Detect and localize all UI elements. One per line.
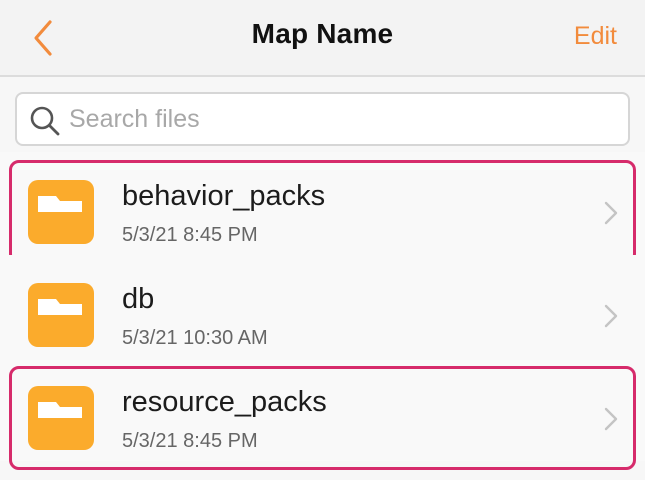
folder-icon (28, 283, 94, 347)
chevron-right-icon (604, 304, 618, 328)
file-name: behavior_packs (122, 180, 326, 212)
edit-button[interactable]: Edit (574, 22, 617, 51)
file-date: 5/3/21 8:45 PM (122, 224, 258, 246)
file-row-resource-packs[interactable]: resource_packs 5/3/21 8:45 PM (0, 358, 645, 470)
file-date: 5/3/21 8:45 PM (122, 430, 258, 452)
search-icon (30, 106, 60, 136)
file-browser-screen: Map Name Edit behavior_packs 5/3/21 8:45… (0, 0, 645, 480)
file-row-db[interactable]: db 5/3/21 10:30 AM (0, 255, 645, 358)
folder-icon (28, 180, 94, 244)
file-row-behavior-packs[interactable]: behavior_packs 5/3/21 8:45 PM (0, 152, 645, 264)
file-name: db (122, 283, 155, 315)
file-name: resource_packs (122, 386, 327, 418)
page-title: Map Name (251, 18, 394, 49)
header-bar: Map Name Edit (0, 0, 645, 77)
file-list: behavior_packs 5/3/21 8:45 PM db 5/3/21 … (0, 152, 645, 470)
chevron-right-icon (604, 407, 618, 431)
search-bar[interactable] (15, 92, 630, 146)
search-input[interactable] (69, 94, 619, 144)
chevron-right-icon (604, 201, 618, 225)
folder-icon (28, 386, 94, 450)
file-date: 5/3/21 10:30 AM (122, 327, 268, 349)
